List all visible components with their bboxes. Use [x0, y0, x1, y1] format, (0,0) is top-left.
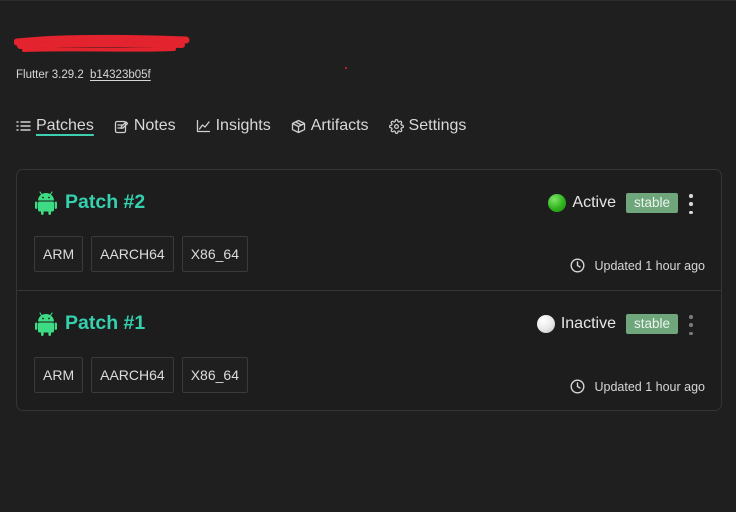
arch-chip: ARM	[34, 357, 84, 393]
release-subtitle: Flutter 3.29.2 b14323b05f	[16, 69, 151, 81]
arch-chip: ARM	[34, 236, 84, 272]
tab-settings[interactable]: Settings	[388, 117, 467, 135]
updated-time: Updated 1 hour ago	[570, 258, 705, 273]
list-icon	[16, 121, 31, 131]
chart-line-icon	[196, 119, 210, 133]
tab-patches[interactable]: Patches	[16, 117, 94, 135]
tab-label: Patches	[36, 117, 94, 134]
redacted-release-title	[14, 34, 190, 52]
status-text: Inactive	[560, 315, 616, 332]
patch-row: Patch #2 Active stable ARM AARCH64 X86_6…	[17, 170, 721, 291]
updated-text: Updated 1 hour ago	[594, 258, 705, 273]
notes-icon	[114, 120, 128, 133]
tab-notes[interactable]: Notes	[114, 117, 176, 135]
patch-title-link[interactable]: Patch #1	[65, 312, 145, 335]
tab-label: Notes	[133, 117, 176, 134]
arch-list: ARM AARCH64 X86_64	[34, 357, 256, 393]
status-dot-icon	[536, 315, 555, 333]
clock-icon	[570, 379, 585, 394]
updated-time: Updated 1 hour ago	[570, 379, 705, 394]
patch-status: Active stable	[548, 193, 678, 213]
arch-chip: AARCH64	[91, 236, 174, 272]
tab-insights[interactable]: Insights	[196, 117, 271, 135]
arch-chip: X86_64	[181, 357, 248, 393]
tab-bar: Patches Notes Insights Artifacts Setting…	[16, 115, 486, 137]
updated-text: Updated 1 hour ago	[594, 379, 705, 394]
patch-title-link[interactable]: Patch #2	[65, 191, 145, 214]
tab-artifacts[interactable]: Artifacts	[291, 117, 369, 135]
red-mark	[345, 67, 347, 69]
channel-badge: stable	[625, 193, 678, 213]
more-options-icon[interactable]	[688, 194, 694, 214]
status-dot-icon	[548, 194, 567, 212]
more-options-icon[interactable]	[688, 315, 694, 335]
patches-list: Patch #2 Active stable ARM AARCH64 X86_6…	[16, 169, 722, 411]
arch-chip: X86_64	[181, 236, 248, 272]
android-icon	[35, 312, 57, 336]
tab-label: Insights	[215, 117, 271, 134]
android-icon	[35, 191, 57, 215]
channel-badge: stable	[625, 314, 678, 334]
arch-list: ARM AARCH64 X86_64	[34, 236, 256, 272]
patch-status: Inactive stable	[536, 314, 678, 334]
release-page: Flutter 3.29.2 b14323b05f Patches Notes …	[0, 0, 736, 512]
clock-icon	[570, 258, 585, 273]
package-icon	[291, 119, 305, 133]
flutter-version: Flutter 3.29.2	[16, 69, 84, 81]
tab-label: Settings	[408, 117, 467, 134]
patch-row: Patch #1 Inactive stable ARM AARCH64 X86…	[17, 291, 721, 411]
status-text: Active	[572, 194, 616, 211]
tab-label: Artifacts	[310, 117, 369, 134]
arch-chip: AARCH64	[91, 357, 174, 393]
gear-icon	[388, 118, 404, 134]
commit-hash-link[interactable]: b14323b05f	[90, 69, 151, 81]
